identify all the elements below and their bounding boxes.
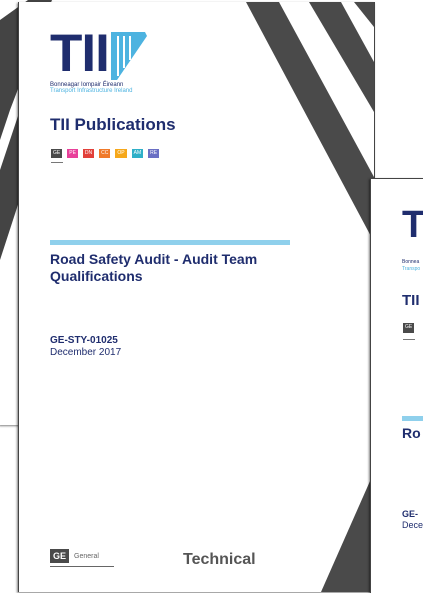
- tag-dn: DN: [82, 149, 95, 158]
- tag-op: OP: [115, 149, 127, 158]
- document-code: GE-STY-01025: [50, 335, 118, 346]
- footer-technical: Technical: [183, 551, 256, 568]
- right-document-date: Dece: [402, 520, 423, 530]
- logo-letters: TII: [50, 24, 110, 83]
- tag-am: AM: [131, 149, 144, 158]
- right-title-rule: [402, 416, 423, 421]
- right-publications-heading: TII: [402, 292, 420, 309]
- org-name-english: Transport Infrastructure Ireland: [50, 88, 133, 94]
- right-tag-underline: [403, 339, 415, 340]
- document-date: December 2017: [50, 347, 122, 358]
- right-org-english: Transpo: [402, 266, 421, 272]
- tag-cc: CC: [99, 149, 111, 158]
- tag-pe: PE: [67, 149, 78, 158]
- document-title: Road Safety Audit - Audit Team Qualifica…: [50, 251, 258, 284]
- tii-logo: TII Bonneagar Iompair Éireann Transport …: [50, 24, 151, 94]
- footer-line: [50, 566, 114, 567]
- document-cover-right[interactable]: TI Bonnea Transpo TII GE Ro GE- Dece: [370, 178, 423, 593]
- right-document-title: Ro: [402, 425, 421, 441]
- right-document-code: GE-: [402, 509, 419, 519]
- category-tags: GE PE DN CC OP AM RE: [51, 149, 160, 158]
- publications-heading: TII Publications: [50, 115, 176, 134]
- footer-badge: GE: [50, 549, 70, 563]
- tag-underline: [51, 162, 63, 163]
- tag-re: RE: [148, 149, 160, 158]
- footer-badge-label: General: [74, 552, 99, 560]
- right-org-irish: Bonnea: [402, 259, 420, 265]
- tag-ge: GE: [51, 149, 63, 158]
- footer-category: GE General: [50, 549, 99, 563]
- right-logo-letters: TI: [402, 204, 423, 246]
- document-cover-main[interactable]: TII Bonneagar Iompair Éireann Transport …: [18, 2, 375, 592]
- harp-icon: [110, 32, 147, 80]
- right-tag-ge: GE: [403, 323, 415, 333]
- title-rule: [50, 240, 290, 245]
